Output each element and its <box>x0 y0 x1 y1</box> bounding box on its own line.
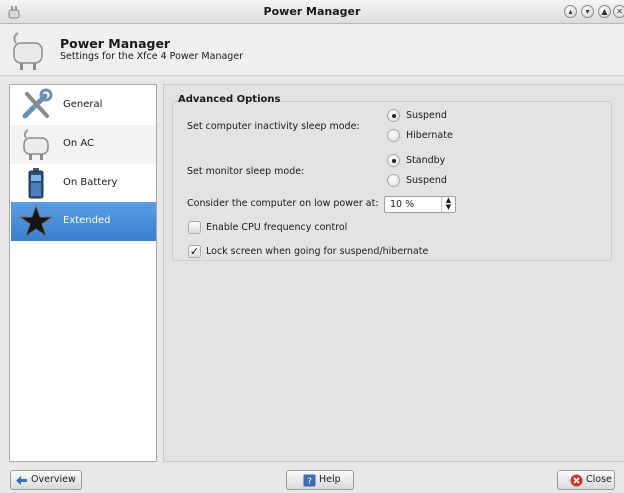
monitor-sleep-label: Set monitor sleep mode: <box>187 166 305 177</box>
sidebar-item-on-ac[interactable]: On AC <box>11 125 156 164</box>
help-button[interactable]: ? Help <box>286 470 354 490</box>
inactivity-suspend-radio[interactable] <box>387 109 400 122</box>
close-icon[interactable]: ✕ <box>613 5 624 18</box>
monitor-standby-label[interactable]: Standby <box>406 155 445 166</box>
inactivity-suspend-label[interactable]: Suspend <box>406 110 447 121</box>
monitor-suspend-label[interactable]: Suspend <box>406 175 447 186</box>
header-subtitle: Settings for the Xfce 4 Power Manager <box>60 51 244 62</box>
help-icon: ? <box>303 474 316 487</box>
lock-screen-label[interactable]: Lock screen when going for suspend/hiber… <box>206 246 428 257</box>
back-arrow-icon <box>16 476 27 485</box>
minimize-icon[interactable]: ▴ <box>564 5 577 18</box>
inactivity-hibernate-label[interactable]: Hibernate <box>406 130 453 141</box>
sidebar-item-label: On AC <box>63 138 95 149</box>
sidebar-item-label: General <box>63 99 103 110</box>
sidebar-item-extended[interactable]: Extended <box>11 202 156 241</box>
close-icon <box>570 474 583 487</box>
lock-screen-checkbox[interactable]: ✓ <box>188 245 201 258</box>
low-power-spinbox[interactable]: 10 % ▲ ▼ <box>384 196 456 213</box>
ac-plug-icon <box>13 32 43 70</box>
close-button[interactable]: Close <box>557 470 615 490</box>
maximize-icon[interactable]: ▲ <box>598 5 611 18</box>
monitor-suspend-radio[interactable] <box>387 174 400 187</box>
shade-icon[interactable]: ▾ <box>581 5 594 18</box>
spin-arrows-icon[interactable]: ▲ ▼ <box>441 197 455 212</box>
tools-icon <box>22 88 53 119</box>
overview-button-label: Overview <box>31 474 76 485</box>
header-title: Power Manager <box>60 36 171 51</box>
cpu-frequency-checkbox[interactable] <box>188 221 201 234</box>
ac-plug-icon <box>23 129 49 160</box>
svg-text:?: ? <box>307 477 312 487</box>
sidebar-item-general[interactable]: General <box>11 86 156 125</box>
monitor-standby-radio[interactable] <box>387 154 400 167</box>
sidebar-item-on-battery[interactable]: On Battery <box>11 164 156 203</box>
star-icon <box>19 204 53 238</box>
inactivity-sleep-label: Set computer inactivity sleep mode: <box>187 121 360 132</box>
cpu-frequency-label[interactable]: Enable CPU frequency control <box>206 222 347 233</box>
overview-button[interactable]: Overview <box>10 470 82 490</box>
low-power-label: Consider the computer on low power at: <box>187 198 379 209</box>
inactivity-hibernate-radio[interactable] <box>387 129 400 142</box>
dialog-header: Power Manager Settings for the Xfce 4 Po… <box>0 24 624 76</box>
low-power-value[interactable]: 10 % <box>390 199 414 210</box>
button-bar: Overview ? Help Close <box>0 462 624 493</box>
window-title: Power Manager <box>263 5 361 18</box>
sidebar-item-label: On Battery <box>63 177 118 188</box>
sidebar: General On AC On Battery Extended <box>9 84 157 462</box>
group-title: Advanced Options <box>178 94 281 105</box>
battery-icon <box>28 168 44 199</box>
sidebar-item-label: Extended <box>63 215 111 226</box>
settings-panel: Advanced Options Set computer inactivity… <box>163 84 624 462</box>
close-button-label: Close <box>586 474 612 485</box>
window-titlebar[interactable]: Power Manager ▴ ▾ ▲ ✕ <box>0 0 624 24</box>
help-button-label: Help <box>319 474 341 485</box>
